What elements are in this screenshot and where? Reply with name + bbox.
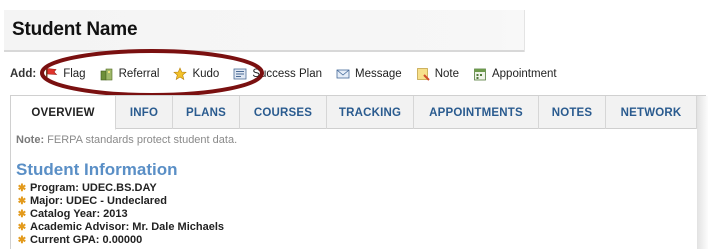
note-icon xyxy=(416,68,430,81)
page-title: Student Name xyxy=(12,19,138,40)
info-program-text: Program: UDEC.BS.DAY xyxy=(30,182,157,194)
add-label: Add: xyxy=(10,68,37,80)
bullet-star-icon: ✱ xyxy=(17,209,27,220)
referral-icon xyxy=(100,68,112,81)
bullet-star-icon: ✱ xyxy=(17,235,27,246)
bullet-star-icon: ✱ xyxy=(17,222,27,233)
note-text: FERPA standards protect student data. xyxy=(44,134,238,146)
student-panel: OVERVIEW INFO PLANS COURSES TRACKING APP… xyxy=(10,95,708,249)
info-major: ✱ Major: UDEC - Undeclared xyxy=(17,195,224,208)
add-referral-label: Referral xyxy=(118,68,160,80)
tab-tracking[interactable]: TRACKING xyxy=(327,96,414,129)
tab-network[interactable]: NETWORK xyxy=(606,96,697,129)
student-info-list: ✱ Program: UDEC.BS.DAY ✱ Major: UDEC - Und… xyxy=(17,182,224,247)
info-gpa-text: Current GPA: 0.00000 xyxy=(30,234,143,246)
add-referral-button[interactable]: Referral xyxy=(100,67,160,81)
add-kudo-label: Kudo xyxy=(192,68,220,80)
add-appointment-label: Appointment xyxy=(491,68,557,80)
tab-plans[interactable]: PLANS xyxy=(173,96,240,129)
note-prefix: Note: xyxy=(16,134,45,146)
info-advisor: ✱ Academic Advisor: Mr. Dale Michaels xyxy=(17,221,224,234)
header: Student Name xyxy=(0,0,708,60)
add-note-button[interactable]: Note xyxy=(416,67,459,81)
add-toolbar: Add: Flag Referral Kudo Success Plan Mes… xyxy=(10,66,571,82)
info-program: ✱ Program: UDEC.BS.DAY xyxy=(17,182,224,195)
kudo-star-icon xyxy=(173,67,188,81)
bullet-star-icon: ✱ xyxy=(17,183,27,194)
add-note-label: Note xyxy=(434,68,459,80)
add-success-plan-label: Success Plan xyxy=(252,68,323,80)
add-message-label: Message xyxy=(355,68,402,80)
tab-appointments[interactable]: APPOINTMENTS xyxy=(414,96,539,129)
info-major-text: Major: UDEC - Undeclared xyxy=(30,195,167,207)
add-kudo-button[interactable]: Kudo xyxy=(173,67,219,81)
panel-shadow xyxy=(697,96,708,249)
info-catalog-year: ✱ Catalog Year: 2013 xyxy=(17,208,224,221)
student-information-title: Student Information xyxy=(16,160,178,179)
info-gpa: ✱ Current GPA: 0.00000 xyxy=(17,234,224,247)
appointment-icon xyxy=(474,68,486,81)
add-message-button[interactable]: Message xyxy=(336,67,402,81)
add-flag-button[interactable]: Flag xyxy=(44,67,86,81)
header-white-panel xyxy=(524,10,704,52)
info-advisor-text: Academic Advisor: Mr. Dale Michaels xyxy=(30,221,224,233)
add-appointment-button[interactable]: Appointment xyxy=(473,67,557,81)
tab-overview[interactable]: OVERVIEW xyxy=(11,96,116,130)
flag-icon xyxy=(46,68,58,80)
tab-notes[interactable]: NOTES xyxy=(539,96,606,129)
info-catalog-year-text: Catalog Year: 2013 xyxy=(30,208,128,220)
ferpa-note: Note: FERPA standards protect student da… xyxy=(16,134,237,146)
add-flag-label: Flag xyxy=(63,68,86,80)
tab-courses[interactable]: COURSES xyxy=(240,96,327,129)
message-icon xyxy=(336,69,350,79)
bullet-star-icon: ✱ xyxy=(17,196,27,207)
success-plan-icon xyxy=(233,68,247,80)
add-success-plan-button[interactable]: Success Plan xyxy=(233,67,322,81)
tab-bar: OVERVIEW INFO PLANS COURSES TRACKING APP… xyxy=(11,96,697,130)
tab-info[interactable]: INFO xyxy=(116,96,173,129)
